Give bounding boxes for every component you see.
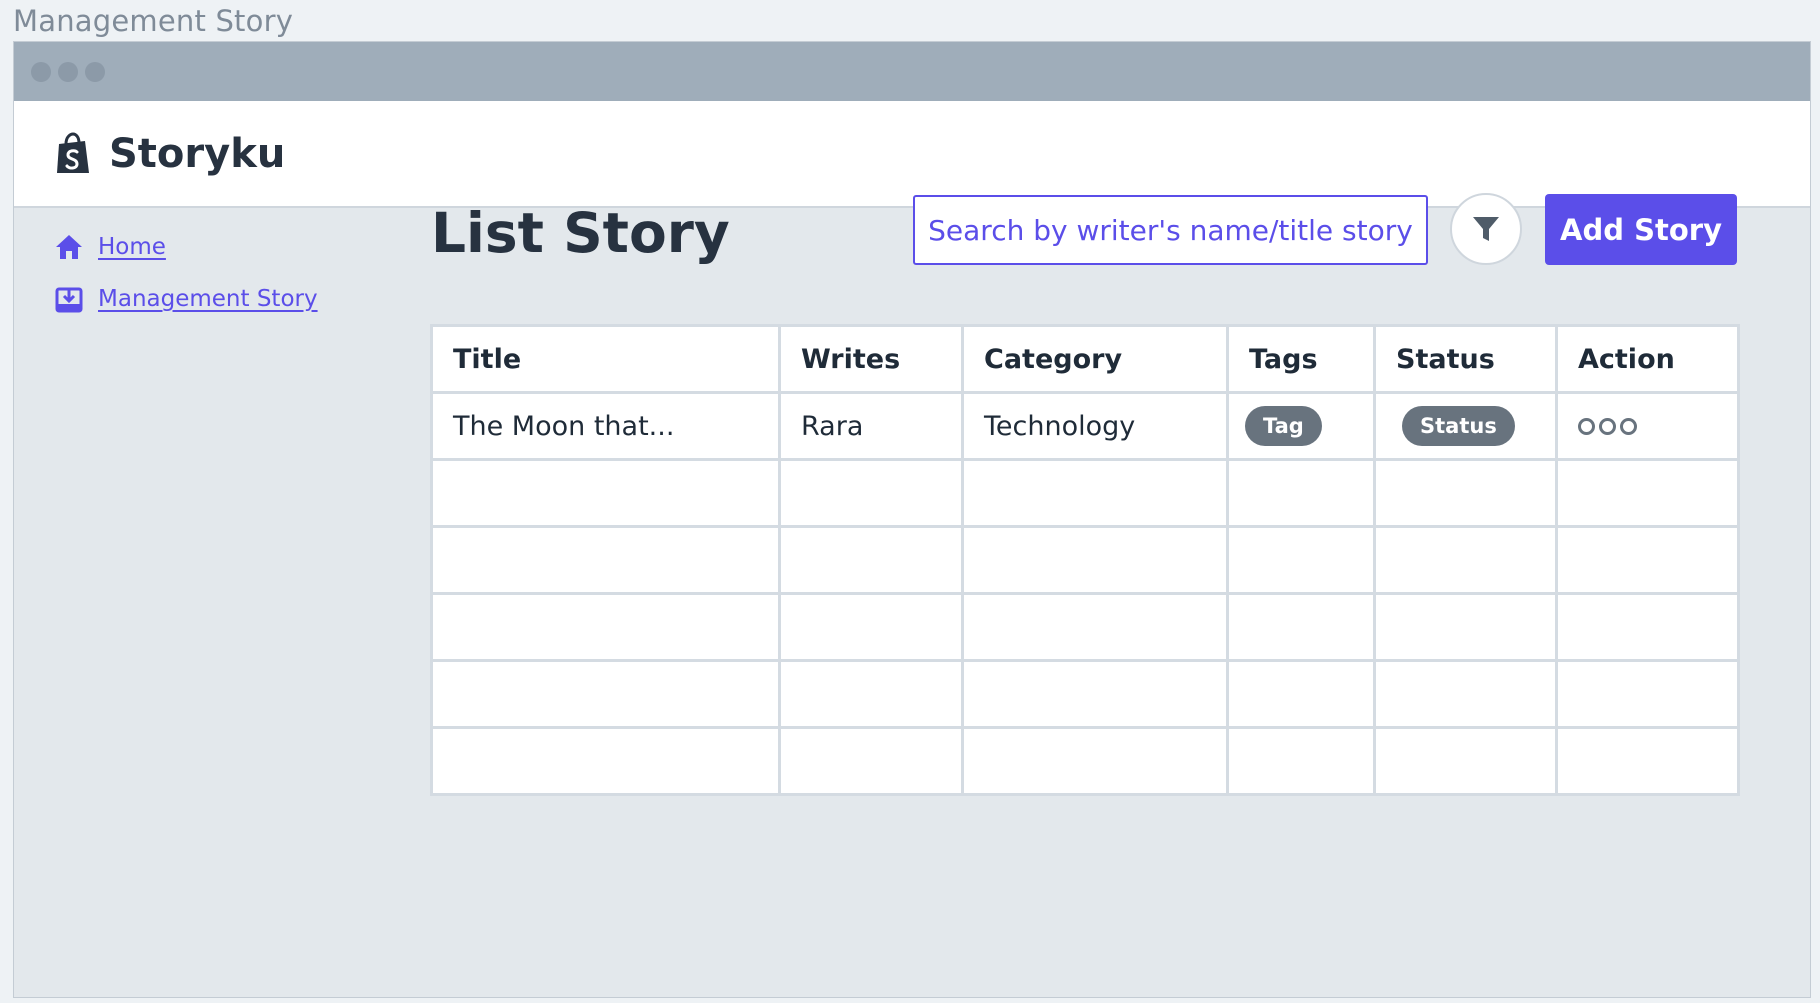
table-cell (430, 458, 781, 528)
column-header-category: Category (961, 324, 1229, 394)
window-control-dot[interactable] (85, 61, 105, 82)
search-input[interactable] (913, 195, 1428, 265)
table-cell (1555, 458, 1740, 528)
tag-badge: Tag (1245, 406, 1322, 446)
table-cell (1226, 525, 1376, 595)
window-control-dot[interactable] (31, 61, 51, 82)
table-cell (778, 525, 964, 595)
table-row (430, 458, 1740, 528)
table-row[interactable]: The Moon that... Rara Technology Tag Sta… (430, 391, 1740, 461)
table-cell (778, 592, 964, 662)
page-title: List Story (431, 201, 730, 265)
table-cell (1226, 592, 1376, 662)
column-header-tags: Tags (1226, 324, 1376, 394)
cell-tags: Tag (1226, 391, 1376, 461)
column-header-title: Title (430, 324, 781, 394)
status-badge: Status (1402, 406, 1515, 446)
app-header: Storyku (14, 101, 1810, 208)
table-row (430, 659, 1740, 729)
brand-name: Storyku (109, 130, 286, 177)
table-cell (1555, 659, 1740, 729)
sidebar-item-label[interactable]: Management Story (98, 286, 318, 312)
table-cell (961, 659, 1229, 729)
sidebar-item-home[interactable]: Home (54, 232, 318, 262)
table-cell (778, 659, 964, 729)
table-cell (961, 592, 1229, 662)
cell-action (1555, 391, 1740, 461)
column-header-action: Action (1555, 324, 1740, 394)
cell-writer: Rara (778, 391, 964, 461)
column-header-status: Status (1373, 324, 1558, 394)
table-cell (430, 726, 781, 796)
more-options-icon[interactable] (1578, 417, 1637, 435)
table-row (430, 726, 1740, 796)
table-cell (1373, 458, 1558, 528)
table-cell (1555, 525, 1740, 595)
table-cell (961, 726, 1229, 796)
table-row (430, 592, 1740, 662)
story-table: Title Writes Category Tags Status Action… (430, 324, 1740, 796)
window-control-dot[interactable] (58, 61, 78, 82)
sidebar-item-label[interactable]: Home (98, 234, 166, 260)
sidebar-item-management-story[interactable]: Management Story (54, 284, 318, 314)
table-cell (1373, 659, 1558, 729)
window-titlebar (14, 42, 1810, 101)
cell-title: The Moon that... (430, 391, 781, 461)
table-cell (1373, 525, 1558, 595)
table-cell (778, 458, 964, 528)
sidebar: Home Management Story (54, 232, 318, 336)
cell-category: Technology (961, 391, 1229, 461)
table-header-row: Title Writes Category Tags Status Action (430, 324, 1740, 394)
table-cell (1226, 458, 1376, 528)
column-header-writes: Writes (778, 324, 964, 394)
table-cell (1373, 592, 1558, 662)
table-cell (778, 726, 964, 796)
table-cell (1555, 726, 1740, 796)
home-icon (56, 235, 82, 259)
table-cell (961, 458, 1229, 528)
table-row (430, 525, 1740, 595)
table-cell (1373, 726, 1558, 796)
table-cell (1226, 659, 1376, 729)
table-cell (430, 659, 781, 729)
table-cell (1555, 592, 1740, 662)
shopping-bag-logo-icon (57, 132, 89, 173)
table-cell (430, 592, 781, 662)
frame-title: Management Story (13, 4, 294, 38)
cell-status: Status (1373, 391, 1558, 461)
filter-button[interactable] (1450, 193, 1522, 265)
filter-icon (1473, 217, 1499, 241)
table-cell (1226, 726, 1376, 796)
add-story-button[interactable]: Add Story (1545, 194, 1737, 265)
table-cell (430, 525, 781, 595)
table-cell (961, 525, 1229, 595)
download-box-icon (55, 287, 83, 313)
